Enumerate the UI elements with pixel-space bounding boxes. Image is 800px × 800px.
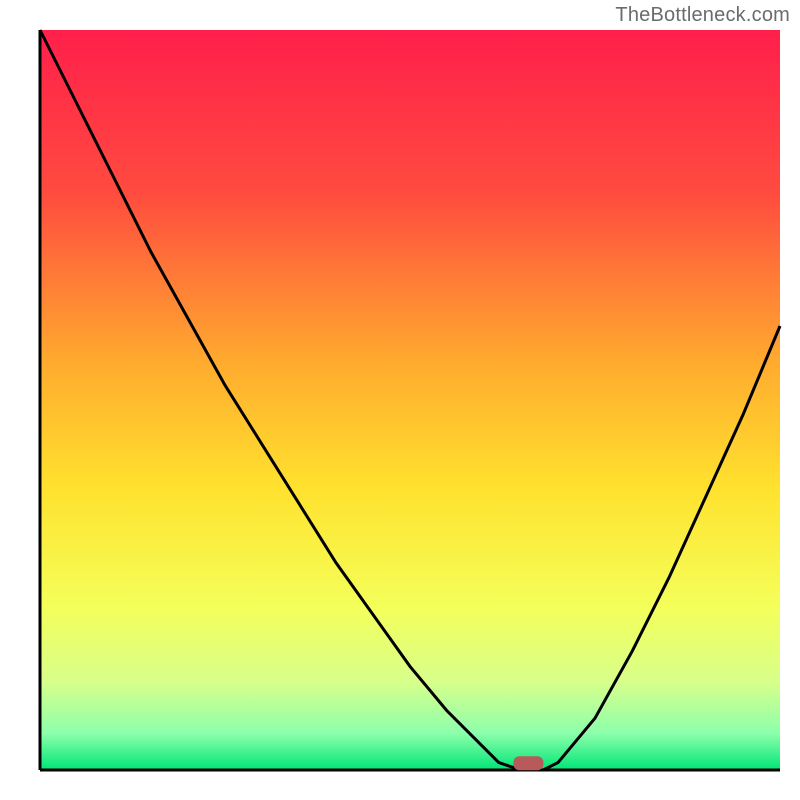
chart-svg: [0, 0, 800, 800]
optimal-marker: [513, 756, 543, 770]
bottleneck-chart: TheBottleneck.com: [0, 0, 800, 800]
watermark-text: TheBottleneck.com: [615, 4, 790, 27]
gradient-background: [40, 30, 780, 770]
